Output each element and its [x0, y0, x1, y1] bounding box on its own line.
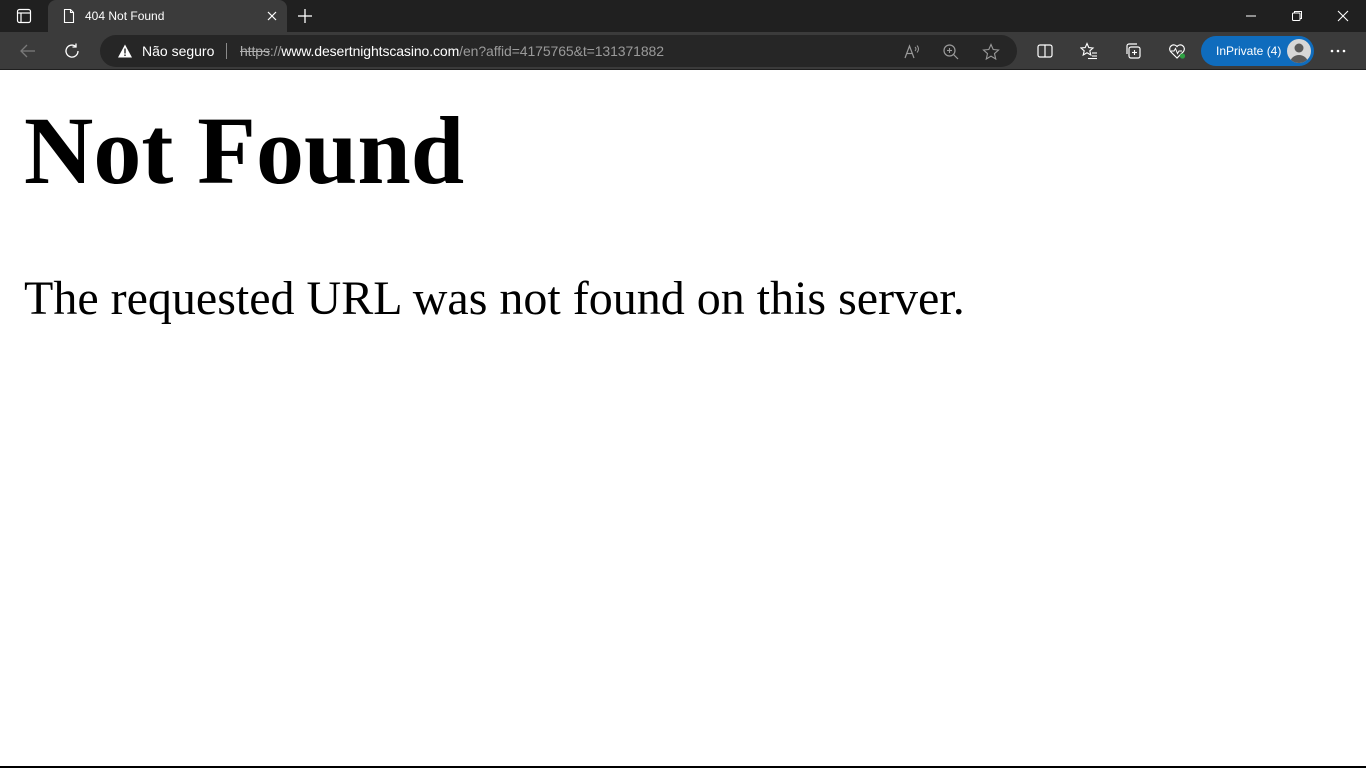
new-tab-button[interactable] [287, 0, 323, 32]
favorites-button[interactable] [1074, 36, 1104, 66]
url-scheme: https [240, 43, 270, 59]
minimize-icon [1246, 15, 1256, 17]
close-tab-icon[interactable] [265, 9, 279, 23]
window-controls [1228, 0, 1366, 32]
tab-strip: 404 Not Found [0, 0, 1366, 32]
zoom-in-icon [943, 44, 959, 60]
url-path: /en?affid=4175765&t=131371882 [459, 43, 664, 59]
tab-title: 404 Not Found [85, 9, 165, 23]
close-icon [1337, 10, 1349, 22]
favorites-list-icon [1080, 42, 1097, 60]
minimize-button[interactable] [1228, 0, 1274, 32]
error-message: The requested URL was not found on this … [24, 272, 965, 325]
inprivate-label: InPrivate (4) [1216, 44, 1282, 58]
back-button[interactable] [13, 36, 43, 66]
refresh-icon [65, 43, 79, 58]
heart-pulse-icon [1169, 44, 1186, 59]
close-window-button[interactable] [1320, 0, 1366, 32]
collections-button[interactable] [1118, 36, 1148, 66]
security-status-label[interactable]: Não seguro [142, 43, 214, 59]
avatar [1287, 39, 1311, 63]
zoom-button[interactable] [940, 41, 962, 63]
read-aloud-button[interactable] [901, 41, 923, 63]
tab-actions-button[interactable] [0, 0, 48, 32]
document-icon [63, 8, 75, 24]
tab-actions-icon [16, 8, 32, 24]
more-icon [1330, 49, 1346, 53]
warning-icon[interactable] [117, 43, 133, 59]
read-aloud-icon [904, 44, 919, 59]
collections-icon [1126, 43, 1141, 59]
favorite-star-button[interactable] [980, 41, 1002, 63]
restore-button[interactable] [1274, 0, 1320, 32]
url-separator: :// [269, 43, 282, 59]
restore-icon [1292, 11, 1302, 21]
url-text[interactable]: https://www.desertnightscasino.com/en?af… [240, 43, 664, 59]
back-arrow-icon [20, 44, 35, 58]
address-bar[interactable]: Não seguro https://www.desertnightscasin… [100, 35, 1017, 67]
split-screen-icon [1037, 44, 1053, 58]
browser-toolbar: Não seguro https://www.desertnightscasin… [0, 32, 1366, 70]
page-heading: Not Found [24, 97, 465, 204]
refresh-button[interactable] [57, 36, 87, 66]
split-screen-button[interactable] [1030, 36, 1060, 66]
inprivate-profile-button[interactable]: InPrivate (4) [1201, 36, 1314, 66]
address-separator [226, 43, 227, 59]
person-icon [1290, 43, 1308, 63]
plus-icon [298, 9, 312, 23]
page-content: Not Found The requested URL was not foun… [0, 71, 1366, 768]
browser-essentials-button[interactable] [1162, 36, 1192, 66]
star-icon [982, 43, 1000, 61]
settings-more-button[interactable] [1323, 36, 1353, 66]
tab-active[interactable]: 404 Not Found [48, 0, 287, 32]
url-host: www.desertnightscasino.com [281, 43, 460, 59]
